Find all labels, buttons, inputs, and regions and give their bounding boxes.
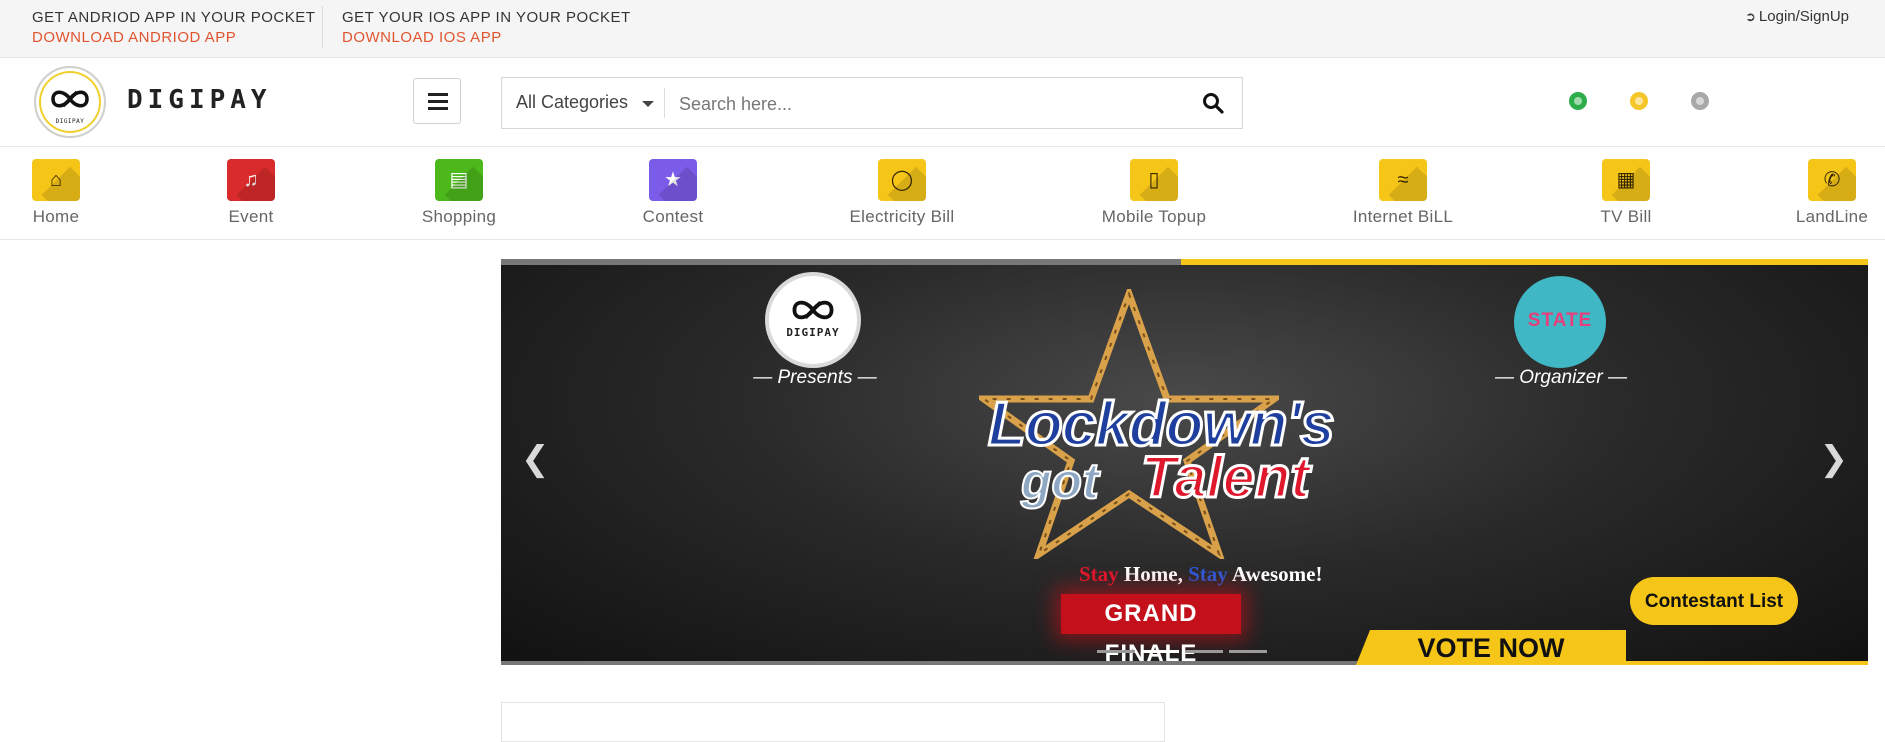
- coin-icon[interactable]: [1630, 92, 1648, 110]
- caret-down-icon: [642, 101, 654, 107]
- wifi-icon: ≈: [1379, 159, 1427, 201]
- nav-item-label: LandLine: [1795, 207, 1869, 226]
- ios-app-promo: GET YOUR IOS APP IN YOUR POCKET DOWNLOAD…: [342, 8, 631, 48]
- nav-item-label: Shopping: [421, 207, 497, 226]
- carousel-dot[interactable]: [1229, 650, 1267, 653]
- grand-finale-badge: GRAND FINALE: [1061, 594, 1241, 665]
- banner-carousel: DIGIPAY — Presents — STATE — Organizer —…: [501, 259, 1868, 665]
- nav-item-contest[interactable]: ★ Contest: [603, 159, 743, 227]
- login-signup-link[interactable]: ➲ Login/SignUp: [1745, 8, 1849, 25]
- carousel-indicators: [1097, 650, 1273, 665]
- menu-button[interactable]: [413, 78, 461, 124]
- event-title-got: got: [1020, 452, 1100, 510]
- search-button[interactable]: [1202, 92, 1226, 116]
- nav-item-label: Contest: [642, 207, 704, 226]
- tagline-part: Stay: [1079, 562, 1119, 586]
- carousel-dot-active[interactable]: [1141, 650, 1179, 653]
- search-input[interactable]: [677, 88, 1171, 120]
- logo-small-text: DIGIPAY: [55, 118, 85, 125]
- banner-top-stripe: [501, 259, 1181, 265]
- sign-in-icon: ➲: [1745, 9, 1756, 24]
- carousel-next-icon[interactable]: ❯: [1820, 439, 1849, 479]
- organizer-logo: STATE: [1514, 276, 1606, 368]
- presents-label: — Presents —: [753, 367, 877, 388]
- bulb-icon: ◯: [878, 159, 926, 201]
- ios-promo-text: GET YOUR IOS APP IN YOUR POCKET: [342, 9, 631, 26]
- nav-item-electricity-bill[interactable]: ◯ Electricity Bill: [832, 159, 972, 227]
- menu-icon-bar: [428, 107, 448, 110]
- search-icon: [1203, 93, 1224, 114]
- nav-item-tv-bill[interactable]: ▦ TV Bill: [1556, 159, 1696, 227]
- nav-item-landline[interactable]: ✆ LandLine: [1762, 159, 1885, 227]
- carousel-dot[interactable]: [1185, 650, 1223, 653]
- currency-icon[interactable]: [1569, 92, 1587, 110]
- content-card: [501, 702, 1165, 742]
- nav-item-label: Internet BiLL: [1352, 207, 1454, 226]
- organizer-logo-text: STATE: [1527, 310, 1593, 331]
- divider: [322, 6, 323, 48]
- mobile-icon: ▯: [1130, 159, 1178, 201]
- infinity-icon: [51, 90, 89, 108]
- trophy-icon: ★: [649, 159, 697, 201]
- banner-top-stripe-accent: [1181, 259, 1868, 265]
- calendar-icon: ▦: [1602, 159, 1650, 201]
- divider: [664, 88, 665, 118]
- nav-item-label: TV Bill: [1600, 207, 1652, 226]
- banner-digipay-logo: DIGIPAY: [769, 276, 857, 364]
- android-app-promo: GET ANDRIOD APP IN YOUR POCKET DOWNLOAD …: [32, 8, 315, 48]
- download-ios-link[interactable]: DOWNLOAD IOS APP: [342, 28, 631, 48]
- login-label: Login/SignUp: [1758, 8, 1849, 25]
- menu-icon-bar: [428, 100, 448, 103]
- basket-icon: ▤: [435, 159, 483, 201]
- top-app-bar: GET ANDRIOD APP IN YOUR POCKET DOWNLOAD …: [0, 0, 1885, 58]
- nav-item-label: Home: [32, 207, 80, 226]
- nav-item-mobile-topup[interactable]: ▯ Mobile Topup: [1084, 159, 1224, 227]
- download-android-link[interactable]: DOWNLOAD ANDRIOD APP: [32, 28, 315, 48]
- contestant-list-button[interactable]: Contestant List: [1630, 577, 1798, 625]
- phone-icon: ✆: [1808, 159, 1856, 201]
- tagline-part: Home,: [1118, 562, 1189, 586]
- nav-item-event[interactable]: ♫ Event: [181, 159, 321, 227]
- organizer-label: — Organizer —: [1495, 367, 1627, 388]
- home-icon: ⌂: [32, 159, 80, 201]
- nav-item-label: Mobile Topup: [1101, 207, 1207, 226]
- music-icon: ♫: [227, 159, 275, 201]
- logo[interactable]: DIGIPAY: [34, 66, 106, 138]
- tagline-part: Awesome!: [1227, 562, 1323, 586]
- nav-item-shopping[interactable]: ▤ Shopping: [389, 159, 529, 227]
- settings-icon[interactable]: [1691, 92, 1709, 110]
- infinity-icon: [792, 300, 834, 320]
- brand-name: DIGIPAY: [127, 85, 272, 115]
- nav-item-label: Event: [228, 207, 274, 226]
- menu-icon: [428, 93, 448, 96]
- android-promo-text: GET ANDRIOD APP IN YOUR POCKET: [32, 9, 316, 26]
- category-nav: ⌂ Home ♫ Event ▤ Shopping ★ Contest ◯ El…: [0, 147, 1885, 240]
- tagline-part: Stay: [1188, 562, 1228, 586]
- site-header: DIGIPAY DIGIPAY All Categories: [0, 58, 1885, 147]
- carousel-dot[interactable]: [1097, 650, 1135, 653]
- nav-item-label: Electricity Bill: [849, 207, 955, 226]
- search-bar: All Categories: [501, 77, 1243, 129]
- event-tagline: Stay Home, Stay Awesome!: [1079, 562, 1322, 587]
- banner-logo-text: DIGIPAY: [786, 326, 840, 339]
- vote-now-banner[interactable]: VOTE NOW: [1356, 630, 1626, 665]
- nav-item-internet-bill[interactable]: ≈ Internet BiLL: [1333, 159, 1473, 227]
- carousel-prev-icon[interactable]: ❮: [521, 439, 550, 479]
- event-title-talent: Talent: [1140, 444, 1312, 512]
- nav-item-home[interactable]: ⌂ Home: [0, 159, 126, 227]
- category-select[interactable]: All Categories: [516, 92, 628, 113]
